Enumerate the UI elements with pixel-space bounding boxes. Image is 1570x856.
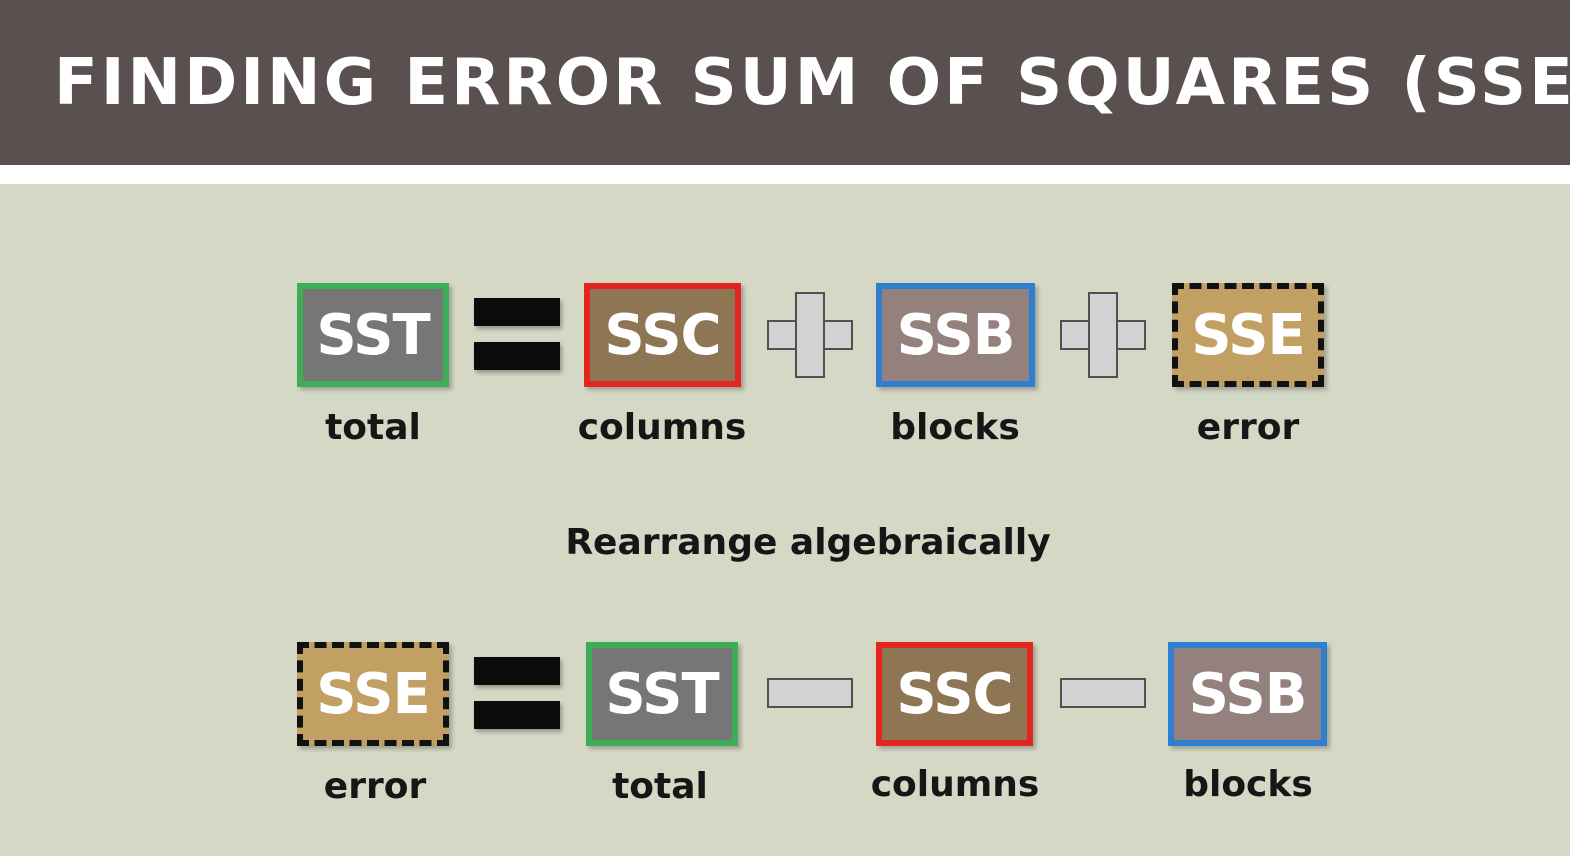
ssc-label: columns (577, 407, 747, 448)
equals-icon (474, 298, 560, 374)
sse-symbol: SSE (1191, 302, 1305, 368)
sse-box: SSE (1172, 283, 1324, 387)
ssc-box: SSC (584, 283, 741, 387)
plus-icon (767, 292, 853, 378)
ssb-box: SSB (876, 283, 1035, 387)
sst-box: SST (586, 642, 738, 746)
sst-label: total (612, 766, 708, 807)
sst-symbol: SST (605, 661, 719, 727)
sse-label: error (1196, 407, 1300, 448)
sse-box: SSE (297, 642, 449, 746)
ssb-box: SSB (1168, 642, 1327, 746)
ssb-label: blocks (890, 407, 1020, 448)
minus-icon (1060, 678, 1146, 708)
ssc-label: columns (870, 764, 1040, 805)
ssc-symbol: SSC (896, 661, 1013, 727)
divider (0, 165, 1570, 184)
rearrange-caption: Rearrange algebraically (565, 522, 1051, 563)
page-title: FINDING ERROR SUM OF SQUARES (SSE) (54, 46, 1570, 120)
ssb-symbol: SSB (1188, 661, 1308, 727)
sse-label: error (323, 766, 427, 807)
equals-icon (474, 657, 560, 733)
plus-icon (1060, 292, 1146, 378)
sst-box: SST (297, 283, 449, 387)
title-bar: FINDING ERROR SUM OF SQUARES (SSE) (0, 0, 1570, 165)
ssc-box: SSC (876, 642, 1033, 746)
ssc-symbol: SSC (604, 302, 721, 368)
sse-symbol: SSE (316, 661, 430, 727)
minus-icon (767, 678, 853, 708)
ssb-symbol: SSB (896, 302, 1016, 368)
ssb-label: blocks (1183, 764, 1313, 805)
sst-label: total (325, 407, 421, 448)
sst-symbol: SST (316, 302, 430, 368)
